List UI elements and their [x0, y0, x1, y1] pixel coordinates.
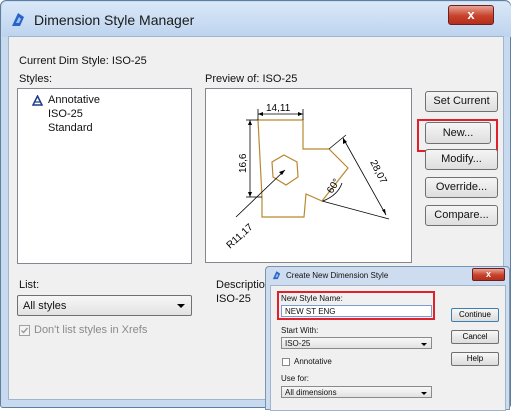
create-new-dimension-style-dialog: Create New Dimension Style x New Style N… — [265, 266, 510, 411]
preview-pane: 14,11 16,6 28,07 60° R11,17 — [205, 88, 412, 263]
current-style-row: Current Dim Style: ISO-25 — [19, 55, 147, 67]
style-item-standard[interactable]: Standard — [48, 122, 93, 134]
xrefs-checkbox[interactable] — [19, 325, 30, 336]
style-item-iso-25[interactable]: ISO-25 — [48, 108, 83, 120]
autocad-icon — [12, 13, 24, 26]
start-with-value: ISO-25 — [285, 339, 311, 348]
sub-close-button[interactable]: x — [472, 268, 505, 281]
styles-label: Styles: — [19, 73, 53, 85]
use-for-dropdown[interactable]: All dimensions — [281, 386, 432, 398]
close-button[interactable]: x — [448, 5, 494, 25]
modify-button[interactable]: Modify... — [425, 149, 498, 170]
chevron-down-icon — [177, 304, 185, 308]
list-dropdown[interactable]: All styles — [17, 295, 192, 316]
use-for-label: Use for: — [281, 374, 310, 383]
help-button[interactable]: Help — [451, 352, 499, 366]
styles-list[interactable]: Annotative ISO-25 Standard — [17, 88, 192, 264]
list-dropdown-value: All styles — [23, 300, 67, 312]
title-bar: Dimension Style Manager x — [2, 2, 511, 37]
cancel-button[interactable]: Cancel — [451, 330, 499, 344]
new-style-name-label: New Style Name: — [281, 294, 343, 303]
annotative-icon — [32, 95, 43, 106]
new-style-name-input[interactable]: NEW ST ENG — [281, 305, 432, 317]
dim-text-radius: R11,17 — [225, 222, 256, 252]
new-button[interactable]: New... — [425, 122, 491, 144]
chevron-down-icon — [421, 392, 427, 395]
current-style-value: ISO-25 — [111, 55, 147, 67]
dimension-preview-drawing: 14,11 16,6 28,07 60° R11,17 — [225, 103, 390, 252]
chevron-down-icon — [421, 343, 427, 346]
window-title: Dimension Style Manager — [34, 12, 195, 28]
sub-dialog-title: Create New Dimension Style — [286, 271, 389, 280]
override-button[interactable]: Override... — [425, 177, 498, 198]
start-with-dropdown[interactable]: ISO-25 — [281, 337, 432, 349]
list-label: List: — [19, 279, 40, 291]
current-style-label: Current Dim Style: — [19, 55, 109, 67]
continue-button[interactable]: Continue — [451, 308, 499, 322]
dim-text-left: 16,6 — [238, 153, 249, 173]
set-current-button[interactable]: Set Current — [425, 91, 498, 112]
xrefs-checkbox-label: Don't list styles in Xrefs — [34, 324, 148, 336]
preview-label: Preview of: ISO-25 — [205, 73, 298, 85]
checkmark-icon — [21, 327, 29, 334]
dim-text-diagonal: 28,07 — [367, 158, 388, 186]
start-with-label: Start With: — [281, 326, 319, 335]
annotative-checkbox-label: Annotative — [294, 357, 332, 366]
style-item-annotative[interactable]: Annotative — [48, 94, 100, 106]
autocad-icon — [272, 271, 281, 280]
description-label: Description — [216, 279, 272, 291]
use-for-value: All dimensions — [285, 388, 337, 397]
annotative-checkbox[interactable] — [282, 358, 290, 366]
compare-button[interactable]: Compare... — [425, 205, 498, 226]
dim-text-top: 14,11 — [266, 103, 291, 114]
new-style-name-value: NEW ST ENG — [285, 307, 336, 316]
description-value: ISO-25 — [216, 293, 251, 305]
sub-dialog-client: New Style Name: NEW ST ENG Start With: I… — [270, 285, 506, 411]
